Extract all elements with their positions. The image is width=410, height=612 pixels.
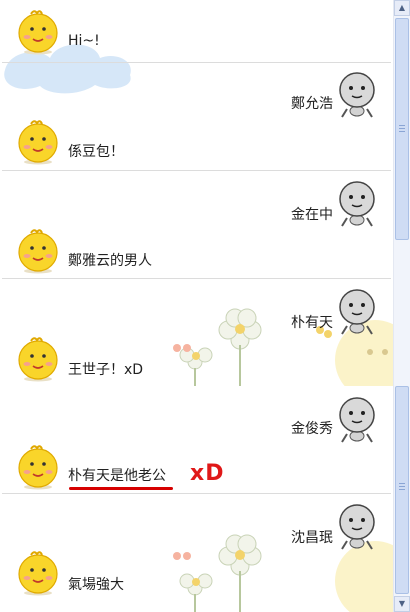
user-avatar [14,227,62,275]
message-text: 鄭允浩 [291,96,333,112]
gray-robot-icon [339,72,375,118]
yellow-chick-icon [18,120,58,165]
message-row: 金俊秀 朴有天是他老公 xD [2,386,391,494]
thumb-grip [399,489,405,490]
thumb-grip [399,131,405,132]
bot-avatar [333,71,381,119]
gray-robot-icon [339,397,375,443]
thumb-grip [399,486,405,487]
bot-avatar [333,503,381,551]
message-text: 朴有天 [291,315,333,331]
bot-avatar [333,396,381,444]
yellow-chick-icon [18,551,58,596]
xd-annotation: xD [190,461,225,486]
gray-robot-icon [339,181,375,227]
message-text: 鄭雅云的男人 [68,253,152,269]
message-row: 朴有天 王世子！xD [2,279,391,386]
yellow-chick-icon [18,445,58,490]
message-text: 朴有天是他老公 [68,468,166,484]
scroll-down-button[interactable]: ▼ [394,596,410,612]
message-text: 沈昌珉 [291,530,333,546]
bot-avatar [333,180,381,228]
chat-window-top: Hi~! 鄭允浩 係豆包！ 金在中 鄭雅云的男人 朴有天 王世子！xD ▲ [0,0,410,386]
red-underline-annotation [69,487,173,490]
yellow-chick-icon [18,229,58,274]
user-avatar [14,443,62,491]
message-text: 王世子！xD [68,362,144,378]
chat-window-bottom: 金俊秀 朴有天是他老公 xD 沈昌珉 氣場強大 ▼ [0,386,410,612]
chat-log-bottom: 金俊秀 朴有天是他老公 xD 沈昌珉 氣場強大 [0,386,393,612]
yellow-chick-icon [18,337,58,382]
message-text: 氣場強大 [68,577,124,593]
message-row: 沈昌珉 氣場強大 [2,494,391,612]
message-text: 金俊秀 [291,421,333,437]
chat-log-top: Hi~! 鄭允浩 係豆包！ 金在中 鄭雅云的男人 朴有天 王世子！xD [0,0,393,386]
thumb-grip [399,128,405,129]
vertical-scrollbar[interactable]: ▼ [393,386,410,612]
scrollbar-thumb[interactable] [395,18,409,240]
message-text: 金在中 [291,207,333,223]
user-avatar [14,549,62,597]
message-row: 鄭允浩 係豆包！ [2,63,391,171]
message-row: 金在中 鄭雅云的男人 [2,171,391,279]
message-text: Hi~! [68,33,100,49]
vertical-scrollbar[interactable]: ▲ [393,0,410,386]
user-avatar [14,8,62,56]
scroll-up-button[interactable]: ▲ [394,0,410,16]
screenshot-composite: Hi~! 鄭允浩 係豆包！ 金在中 鄭雅云的男人 朴有天 王世子！xD ▲ 金俊… [0,0,410,612]
gray-robot-icon [339,289,375,335]
user-avatar [14,118,62,166]
message-row: Hi~! [2,0,391,63]
thumb-grip [399,483,405,484]
gray-robot-icon [339,504,375,550]
user-avatar [14,335,62,383]
thumb-grip [399,125,405,126]
yellow-chick-icon [18,10,58,55]
bot-avatar [333,288,381,336]
message-text: 係豆包！ [68,144,124,160]
scrollbar-thumb[interactable] [395,386,409,594]
